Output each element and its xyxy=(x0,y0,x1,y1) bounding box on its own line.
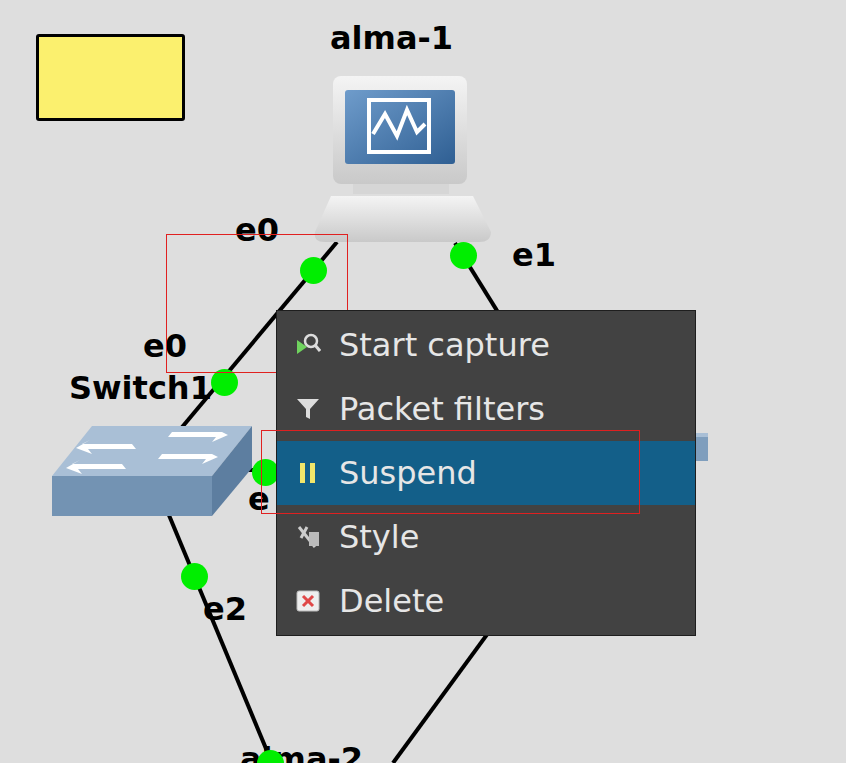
interface-label: e xyxy=(248,483,270,515)
note-rectangle[interactable] xyxy=(36,34,185,121)
node-label[interactable]: alma-1 xyxy=(330,22,453,54)
computer-icon[interactable] xyxy=(313,74,493,246)
pause-icon xyxy=(295,460,321,486)
topology-canvas[interactable]: alma-1Switch1alma-2e0e1e0ee2Start captur… xyxy=(0,0,846,763)
filter-icon xyxy=(295,396,321,422)
port-status-dot[interactable] xyxy=(181,563,208,590)
menu-item[interactable]: Packet filters xyxy=(277,377,695,441)
menu-item[interactable]: Style xyxy=(277,505,695,569)
menu-item[interactable]: Suspend xyxy=(277,441,695,505)
port-status-dot[interactable] xyxy=(450,242,477,269)
interface-label: e0 xyxy=(235,214,279,246)
port-status-dot[interactable] xyxy=(252,459,279,486)
interface-label: e2 xyxy=(203,593,247,625)
context-menu: Start capturePacket filtersSuspendStyleD… xyxy=(276,310,696,636)
delete-icon xyxy=(295,588,321,614)
capture-icon xyxy=(295,332,321,358)
interface-label: e1 xyxy=(512,239,556,271)
menu-item[interactable]: Delete xyxy=(277,569,695,633)
node-label[interactable]: Switch1 xyxy=(69,372,212,404)
menu-item[interactable]: Start capture xyxy=(277,313,695,377)
port-status-dot[interactable] xyxy=(300,257,327,284)
port-status-dot[interactable] xyxy=(211,369,238,396)
style-icon xyxy=(295,524,321,550)
switch-icon[interactable] xyxy=(52,424,254,518)
interface-label: e0 xyxy=(143,330,187,362)
highlight-box xyxy=(261,430,640,514)
